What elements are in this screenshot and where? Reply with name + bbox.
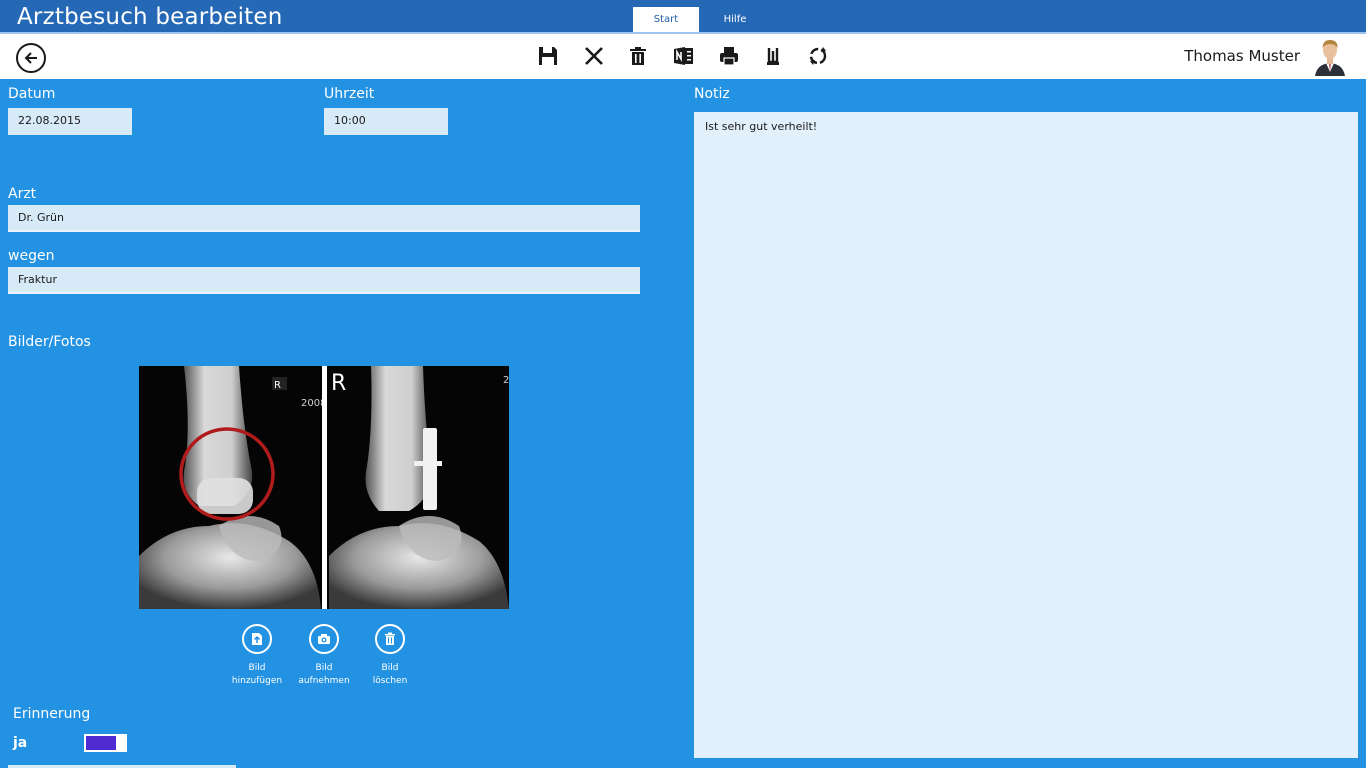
attach-icon[interactable] (762, 45, 784, 67)
add-image-button[interactable]: Bild hinzufügen (227, 624, 287, 688)
take-photo-label: Bild aufnehmen (298, 663, 350, 686)
onenote-icon[interactable] (673, 45, 695, 67)
datum-label: Datum (8, 86, 56, 102)
erinnerung-label: Erinnerung (13, 706, 91, 722)
toolbar: Thomas Muster (0, 34, 1366, 79)
toggle-thumb[interactable] (116, 736, 125, 750)
toggle-state-label: ja (13, 735, 28, 751)
title-bar: Arztbesuch bearbeiten Start Hilfe (0, 0, 1366, 32)
wegen-label: wegen (8, 248, 55, 264)
right-year: 2 (503, 375, 509, 386)
user-name: Thomas Muster (1184, 47, 1300, 65)
left-marker: R (274, 380, 281, 391)
delete-image-icon (385, 632, 395, 645)
app-title: Arztbesuch bearbeiten (17, 4, 283, 30)
arzt-field[interactable]: Dr. Grün (8, 205, 640, 232)
take-photo-button[interactable]: Bild aufnehmen (294, 624, 354, 688)
back-button[interactable] (16, 43, 46, 73)
delete-image-button[interactable]: Bild löschen (360, 624, 420, 688)
notiz-label: Notiz (694, 86, 730, 102)
delete-icon[interactable] (627, 45, 649, 67)
uhrzeit-label: Uhrzeit (324, 86, 375, 102)
uhrzeit-field[interactable]: 10:00 (324, 108, 448, 135)
back-arrow-icon (24, 52, 37, 64)
tab-hilfe[interactable]: Hilfe (707, 7, 763, 32)
save-icon[interactable] (537, 45, 559, 67)
xray-photo[interactable]: R 2008 R 2 (139, 366, 509, 609)
tab-start[interactable]: Start (633, 7, 699, 32)
datum-field[interactable]: 22.08.2015 (8, 108, 132, 135)
print-icon[interactable] (718, 45, 740, 67)
add-image-label: Bild hinzufügen (231, 663, 283, 686)
camera-icon (318, 634, 330, 644)
arzt-label: Arzt (8, 186, 37, 202)
wegen-field[interactable]: Fraktur (8, 267, 640, 294)
close-icon[interactable] (583, 45, 605, 67)
notiz-field[interactable]: Ist sehr gut verheilt! (694, 112, 1358, 758)
toggle-fill (86, 736, 116, 750)
add-image-icon (252, 633, 262, 645)
notiz-text: Ist sehr gut verheilt! (705, 120, 818, 133)
erinnerung-toggle[interactable] (84, 734, 127, 752)
avatar[interactable] (1311, 36, 1349, 76)
sync-icon[interactable] (807, 45, 829, 67)
right-marker: R (331, 371, 346, 396)
bilder-label: Bilder/Fotos (8, 334, 91, 350)
delete-image-label: Bild löschen (372, 663, 408, 686)
